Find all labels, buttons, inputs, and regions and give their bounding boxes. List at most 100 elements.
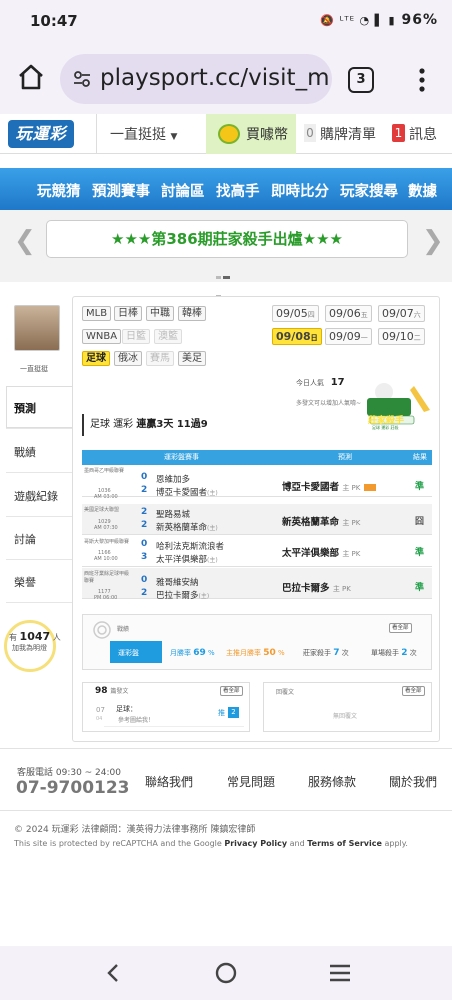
replies-empty: 無回覆文 [333, 713, 358, 720]
url-field[interactable]: playsport.cc/visit_m [60, 54, 332, 104]
league-tag-nfl[interactable]: 美足 [178, 351, 206, 366]
footer-link-terms[interactable]: 服務條款 [308, 773, 356, 790]
stat-main-pick-win-rate: 主推月勝率 50 % [226, 648, 285, 658]
row-team-away[interactable]: 聖路易城 [156, 508, 190, 520]
date-tab[interactable]: 09/09一 [325, 328, 372, 345]
table-row [82, 466, 432, 497]
league-tag-mlb[interactable]: MLB [82, 306, 112, 321]
main-pick-icon [363, 484, 376, 491]
row-time: AM 10:00 [94, 556, 118, 562]
footer-link-about[interactable]: 關於我們 [389, 773, 437, 790]
row-team-home[interactable]: 巴拉卡爾多(主) [156, 589, 209, 601]
table-row [82, 568, 432, 599]
site-logo[interactable]: 玩運彩 [8, 120, 74, 148]
nav-item-predict[interactable]: 預測賽事 [92, 180, 150, 201]
post-date: 07 [96, 706, 105, 714]
buy-coins-label: 買噱幣 [246, 127, 288, 143]
terms-of-service-link[interactable]: Terms of Service [307, 839, 382, 848]
nav-item-play[interactable]: 玩競猜 [37, 180, 81, 201]
recaptcha-notice: This site is protected by reCAPTCHA and … [14, 839, 408, 848]
row-league: 哥斯大黎加甲級聯賽 [84, 539, 130, 545]
avatar-name: 一直挺挺 [20, 365, 48, 373]
row-team-home[interactable]: 太平洋俱樂部(主) [156, 553, 218, 565]
stat-banker-killer: 莊家殺手 7 次 [303, 648, 349, 658]
league-tag-russia-hockey[interactable]: 俄冰 [114, 351, 142, 366]
date-tab[interactable]: 09/07六 [378, 305, 425, 322]
row-score-home: 2 [141, 588, 148, 598]
service-phone[interactable]: 07-9700123 [16, 778, 130, 798]
date-tab[interactable]: 09/05四 [272, 305, 319, 322]
row-team-home[interactable]: 新英格蘭革命(主) [156, 521, 218, 533]
stat-name: 主推月勝率 [226, 649, 261, 657]
nav-item-forum[interactable]: 討論區 [161, 180, 205, 201]
date-tab[interactable]: 09/10二 [378, 328, 425, 345]
record-title-strong: 連贏3天 11過9 [136, 419, 208, 430]
row-team-home-name: 太平洋俱樂部 [156, 555, 208, 565]
row-team-home[interactable]: 博亞卡愛國者(主) [156, 486, 218, 498]
date-tab-day: 09/10 [382, 330, 414, 343]
post-preview[interactable]: 參考圖給我！ [118, 715, 154, 724]
avatar[interactable] [14, 305, 60, 351]
league-tag-horse-racing[interactable]: 賽馬 [146, 351, 174, 366]
league-tag-au-basketball[interactable]: 澳籃 [154, 329, 182, 344]
nav-item-live-score[interactable]: 即時比分 [271, 180, 329, 201]
table-header [82, 450, 432, 465]
date-tab[interactable]: 09/06五 [325, 305, 372, 322]
privacy-policy-link[interactable]: Privacy Policy [224, 839, 287, 848]
row-prediction-team: 新英格蘭革命 [282, 517, 340, 528]
footer-link-contact[interactable]: 聯絡我們 [145, 773, 193, 790]
row-team-away[interactable]: 恩維加多 [156, 473, 190, 485]
stats-see-all-button[interactable]: 看全部 [389, 623, 412, 633]
carousel-dots [216, 264, 236, 298]
league-tag-jp-basketball[interactable]: 日籃 [122, 329, 150, 344]
footer-link-faq[interactable]: 常見問題 [227, 773, 275, 790]
th-match: 運彩盤賽事 [164, 453, 199, 461]
date-tab-day: 09/07 [382, 307, 414, 320]
row-prediction-tag: 主 PK [332, 585, 351, 593]
today-views: 今日人氣 17 [296, 377, 345, 388]
home-circle-icon[interactable] [214, 961, 238, 985]
sidebar-item-honors[interactable]: 榮譽 [14, 574, 36, 590]
back-icon[interactable] [102, 962, 124, 984]
league-tag-soccer[interactable]: 足球 [82, 351, 110, 366]
row-team-home-tag: (主) [207, 557, 218, 564]
row-team-away[interactable]: 哈利法克斯流浪者 [156, 540, 224, 552]
row-time: AM 07:30 [94, 525, 118, 531]
row-prediction: 太平洋俱樂部 主 PK [282, 545, 360, 559]
sidebar-divider [6, 559, 72, 560]
row-team-away[interactable]: 雅哥維安納 [156, 576, 199, 588]
post-title[interactable]: 足球： [116, 704, 137, 714]
posts-see-all-button[interactable]: 看全部 [220, 686, 243, 696]
date-tab-selected[interactable]: 09/08日 [272, 328, 322, 345]
row-score-home: 3 [141, 552, 148, 562]
user-menu[interactable]: 一直挺挺 ▼ [110, 124, 177, 144]
nav-item-data[interactable]: 數據 [408, 180, 437, 201]
announcement-banner[interactable]: ★★★第386期莊家殺手出爐★★★ [46, 220, 408, 258]
sidebar-item-game-log[interactable]: 遊戲紀錄 [14, 488, 58, 504]
follow-me-label: 加我為明燈 [12, 644, 47, 652]
sidebar-item-record[interactable]: 戰績 [14, 444, 36, 460]
chevron-left-icon[interactable]: ❮ [14, 226, 36, 256]
recent-apps-icon[interactable] [328, 963, 352, 983]
row-prediction-team: 巴拉卡爾多 [282, 583, 330, 594]
site-settings-icon[interactable] [72, 69, 92, 89]
date-tab-weekday: 五 [360, 311, 368, 319]
tab-switcher-button[interactable]: 3 [348, 67, 374, 93]
league-tag-wnba[interactable]: WNBA [82, 329, 122, 344]
sidebar-item-discussion[interactable]: 討論 [14, 531, 36, 547]
more-options-icon[interactable] [412, 66, 432, 94]
stats-label: 戰績 [117, 626, 130, 633]
sidebar-item-predictions[interactable]: 預測 [14, 400, 36, 416]
nav-item-experts[interactable]: 找高手 [216, 180, 260, 201]
chevron-right-icon[interactable]: ❯ [422, 226, 444, 256]
footer-divider [0, 748, 452, 749]
league-tag-npb[interactable]: 日棒 [114, 306, 142, 321]
league-tag-kbo[interactable]: 韓棒 [178, 306, 206, 321]
cart-link[interactable]: 購牌清單 [320, 124, 376, 144]
home-icon[interactable] [16, 62, 46, 92]
record-title: 足球 運彩 連贏3天 11過9 [82, 414, 356, 436]
league-tag-cpbl[interactable]: 中職 [146, 306, 174, 321]
messages-link[interactable]: 訊息 [409, 124, 437, 144]
replies-see-all-button[interactable]: 看全部 [402, 686, 425, 696]
nav-item-player-search[interactable]: 玩家搜尋 [340, 180, 398, 201]
